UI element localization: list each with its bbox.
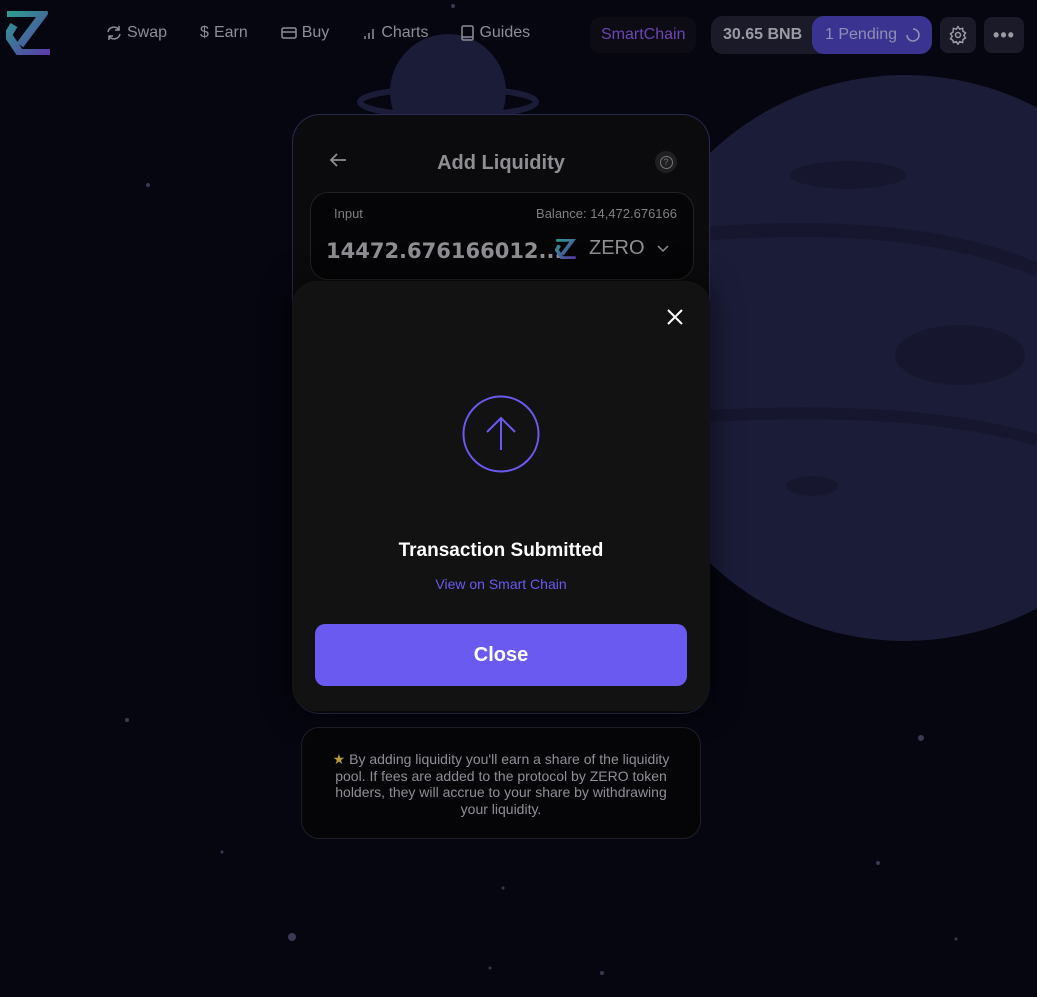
modal-title: Transaction Submitted (398, 540, 604, 561)
nav-swap[interactable]: Swap (106, 24, 167, 42)
view-on-explorer-link[interactable]: View on Smart Chain (292, 576, 710, 592)
main-nav: Swap $ Earn Buy Charts Guides (106, 24, 563, 42)
token-selector[interactable]: ZERO (555, 237, 669, 260)
pending-label: 1 Pending (825, 26, 898, 43)
card-title: Add Liquidity (437, 152, 565, 174)
balance-label: Balance: 14,472.676166 (536, 206, 677, 221)
pending-transactions-button[interactable]: 1 Pending (812, 16, 932, 54)
settings-button[interactable] (940, 17, 976, 53)
nav-label: Guides (479, 24, 531, 41)
zero-token-icon (555, 238, 576, 259)
close-icon[interactable] (667, 309, 683, 325)
wallet-button[interactable]: 30.65 BNB 1 Pending (711, 16, 932, 54)
help-icon[interactable]: ? (655, 151, 677, 173)
nav-label: Charts (381, 24, 429, 41)
nav-charts[interactable]: Charts (362, 24, 428, 42)
network-selector[interactable]: SmartChain (590, 17, 697, 53)
close-button[interactable]: Close (315, 624, 687, 686)
spinner-icon (906, 28, 920, 42)
top-nav-bar: Swap $ Earn Buy Charts Guides SmartChain … (0, 0, 1037, 70)
transaction-submitted-modal: Transaction Submitted View on Smart Chai… (292, 281, 710, 711)
nav-buy[interactable]: Buy (280, 24, 330, 42)
input-label: Input (334, 206, 363, 221)
arrow-up-circle-icon (462, 395, 540, 473)
zero-logo[interactable] (6, 11, 51, 55)
more-icon: ••• (993, 24, 1015, 45)
book-icon (461, 25, 475, 41)
nav-label: Swap (127, 24, 168, 41)
wallet-balance: 30.65 BNB (723, 26, 803, 43)
token-symbol: ZERO (589, 237, 645, 259)
nav-guides[interactable]: Guides (461, 24, 530, 42)
nav-label: Buy (301, 24, 330, 41)
gear-icon (949, 25, 967, 45)
star-icon: ★ (332, 751, 346, 767)
more-menu-button[interactable]: ••• (984, 17, 1024, 53)
info-text: By adding liquidity you'll earn a share … (335, 751, 670, 817)
nav-earn[interactable]: $ Earn (200, 24, 248, 42)
card-icon (280, 27, 297, 39)
refresh-icon (107, 26, 121, 40)
nav-label: Earn (213, 24, 248, 41)
amount-input[interactable]: 14472.676166012... (326, 239, 562, 263)
chevron-down-icon (657, 244, 669, 252)
input-panel: Input Balance: 14,472.676166 14472.67616… (310, 192, 694, 280)
dollar-icon: $ (200, 24, 209, 41)
bar-chart-icon (364, 29, 375, 39)
liquidity-info-box: ★ By adding liquidity you'll earn a shar… (301, 727, 701, 839)
